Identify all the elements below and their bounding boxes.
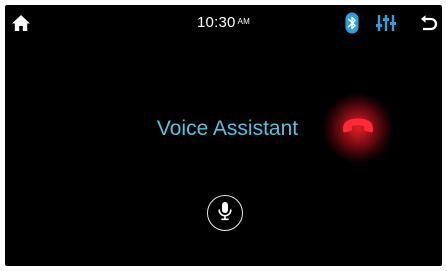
- back-icon[interactable]: [420, 13, 438, 33]
- equalizer-icon[interactable]: [375, 13, 397, 33]
- clock-ampm: AM: [237, 17, 250, 26]
- bluetooth-icon[interactable]: [345, 12, 359, 34]
- microphone-icon: [217, 201, 233, 226]
- clock-time: 10:30: [197, 14, 236, 31]
- status-bar: 10:30 AM: [5, 5, 442, 41]
- end-call-button[interactable]: [323, 93, 393, 163]
- voice-assistant-screen: 10:30 AM Voice Assistant: [5, 5, 442, 266]
- phone-hangup-icon: [341, 116, 375, 141]
- page: 10:30 AM Voice Assistant: [0, 0, 447, 271]
- microphone-button[interactable]: [207, 195, 243, 231]
